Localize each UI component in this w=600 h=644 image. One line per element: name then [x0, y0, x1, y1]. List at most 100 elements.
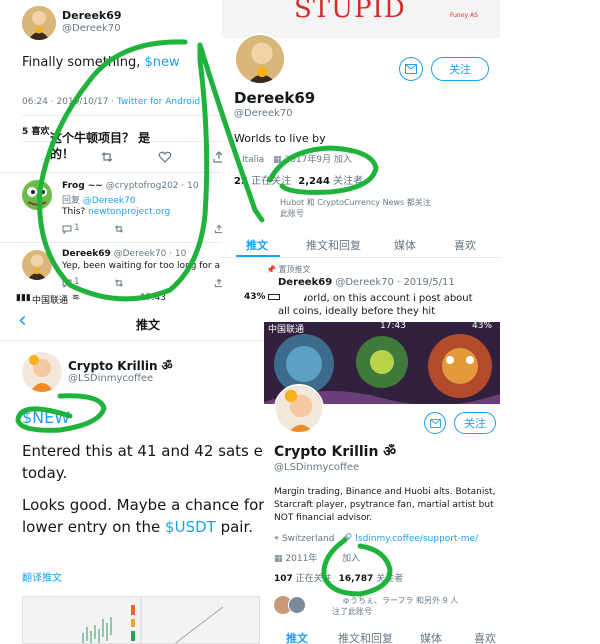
author-name[interactable]: Dereek69 — [62, 9, 122, 22]
follow-button[interactable]: 关注 — [431, 57, 489, 81]
krillin-avatar-image — [276, 386, 322, 432]
ticker-link[interactable]: $new — [145, 55, 180, 70]
reply-author-handle: @cryptofrog202 · 10 — [105, 181, 199, 191]
avatar[interactable] — [22, 6, 56, 40]
likes-count[interactable]: 5 喜欢 — [22, 124, 49, 137]
ticker-link[interactable]: $NEW — [22, 408, 70, 427]
followed-by-avatars — [274, 596, 314, 616]
share-icon[interactable] — [212, 150, 222, 164]
followers-count[interactable]: 2,244 — [298, 176, 330, 187]
joined-year: 2011年 — [285, 554, 318, 564]
tab-likes[interactable]: 喜欢 — [454, 237, 476, 253]
reply-link[interactable]: newtonproject.org — [88, 207, 170, 217]
signal-icon: ▮▮▮ — [16, 293, 31, 303]
reply-actions: 1 — [62, 277, 222, 290]
share-icon[interactable] — [214, 224, 222, 234]
following-label[interactable]: 正在关注 — [251, 176, 291, 187]
comment-icon[interactable] — [62, 278, 72, 288]
reply-author-name[interactable]: Frog ~~ — [62, 181, 103, 191]
krillin-avatar-image — [22, 352, 62, 392]
battery-icon — [268, 293, 281, 300]
tab-tweets[interactable]: 推文 — [286, 630, 308, 644]
tweet-text-line: Entered this at 41 and 42 sats earlie — [22, 442, 264, 460]
message-button[interactable] — [424, 412, 446, 434]
followers-count[interactable]: 16,787 — [339, 574, 374, 584]
battery-percent: 43% — [244, 292, 266, 302]
reply-author-name[interactable]: Dereek69 — [62, 249, 111, 259]
tweet-text: Finally something, $new — [22, 55, 180, 70]
joined-label: 加入 — [342, 554, 361, 564]
avatar-image — [22, 250, 52, 280]
profile-avatar[interactable] — [234, 33, 286, 85]
profile-meta: ⌖ Switzerland 🔗 lsdinmy.coffee/support-m… — [274, 534, 478, 544]
bio-line: Starcraft player, psytrance fan, martial… — [274, 500, 494, 510]
tweet-text-line: today. — [22, 464, 68, 482]
following-label[interactable]: 正在关注 — [296, 574, 332, 584]
author-name[interactable]: Crypto Krillin ॐ — [68, 357, 173, 374]
profile-link[interactable]: lsdinmy.coffee/support-me/ — [355, 534, 478, 544]
profile-location: Italia — [241, 155, 265, 165]
tab-media[interactable]: 媒体 — [420, 630, 442, 644]
carrier-overlay: 中国联通 — [268, 322, 304, 335]
followers-label[interactable]: 关注者 — [376, 574, 403, 584]
divider — [0, 340, 264, 341]
location-icon: ⌖ — [234, 155, 240, 165]
carrier-label: 中国联通 — [32, 296, 69, 306]
pinned-label-text: 置顶推文 — [278, 265, 311, 274]
pinned-text-line: all coins, ideally before they hit — [278, 306, 436, 317]
pin-icon: 📌 — [266, 265, 276, 274]
avatar[interactable] — [22, 352, 62, 392]
page-margin — [500, 0, 600, 644]
following-count[interactable]: 107 — [274, 574, 293, 584]
profile-name: Crypto Krillin ॐ — [274, 444, 397, 460]
retweet-icon[interactable] — [114, 224, 124, 234]
status-bar-overlay: 43% — [244, 292, 304, 306]
followed-by-line: 此账号 — [280, 209, 304, 218]
tab-tweets-replies[interactable]: 推文和回复 — [338, 630, 393, 644]
scrawl-note: Funny AS — [450, 12, 478, 19]
back-button[interactable]: ‹ — [18, 310, 27, 332]
tab-media[interactable]: 媒体 — [394, 237, 416, 253]
ticker-link[interactable]: $USDT — [165, 518, 216, 536]
profile-panel-dereek: STUPID Funny AS 关注 Dereek69 @Dereek70 Wo… — [222, 0, 500, 290]
retweet-icon[interactable] — [100, 150, 114, 164]
client-link[interactable]: Twitter for Android — [117, 97, 200, 107]
tab-tweets[interactable]: 推文 — [246, 237, 268, 253]
status-bar: ▮▮▮ 中国联通 ≋ 17:43 — [0, 292, 222, 306]
tweet-detail-panel: Dereek69 @Dereek70 Finally something, $n… — [0, 0, 222, 296]
share-icon[interactable] — [214, 278, 222, 288]
avatar — [288, 596, 306, 614]
replying-handle-link[interactable]: @Dereek70 — [83, 196, 136, 206]
reply-actions: 1 — [62, 223, 222, 236]
comment-icon[interactable] — [62, 224, 72, 234]
profile-avatar[interactable] — [274, 384, 324, 434]
tab-tweets-replies[interactable]: 推文和回复 — [306, 237, 361, 253]
profile-bio: Worlds to live by — [234, 132, 326, 145]
followed-by: ゅうちぇ、ラーフラ 和另外 9 人 注了此账号 — [322, 595, 458, 617]
retweet-icon[interactable] — [114, 278, 124, 288]
reply-text: This? newtonproject.org — [62, 207, 170, 217]
tab-likes[interactable]: 喜欢 — [474, 630, 496, 644]
chart-image[interactable] — [22, 596, 260, 644]
follow-button[interactable]: 关注 — [454, 412, 496, 434]
profile-handle: @LSDinmycoffee — [274, 462, 360, 473]
divider — [22, 115, 222, 116]
divider — [0, 242, 222, 243]
link-icon: 🔗 — [341, 534, 353, 544]
reply-avatar[interactable] — [22, 180, 52, 210]
following-count[interactable]: 25 — [234, 176, 248, 187]
like-icon[interactable] — [158, 150, 172, 164]
reply-avatar[interactable] — [22, 250, 52, 280]
avatar-image — [22, 6, 56, 40]
profile-stats: 25 正在关注 2,244 关注者 — [234, 172, 363, 187]
tweet-time: 06:24 · 2019/10/17 · — [22, 97, 117, 107]
message-button[interactable] — [399, 57, 423, 81]
profile-meta: ⌖ Italia ▦ 2017年9月 加入 — [234, 152, 352, 165]
pinned-author-name[interactable]: Dereek69 — [278, 277, 332, 288]
mail-icon — [405, 64, 417, 74]
followed-by: Hubot 和 CryptoCurrency News 都关注 此账号 — [242, 197, 431, 219]
followers-label[interactable]: 关注者 — [333, 176, 363, 187]
tweet-detail-krillin: ‹ 推文 Crypto Krillin ॐ @LSDinmycoffee $NE… — [0, 308, 264, 644]
translate-tweet-link[interactable]: 翻译推文 — [22, 569, 62, 584]
comment-count: 1 — [74, 223, 80, 233]
